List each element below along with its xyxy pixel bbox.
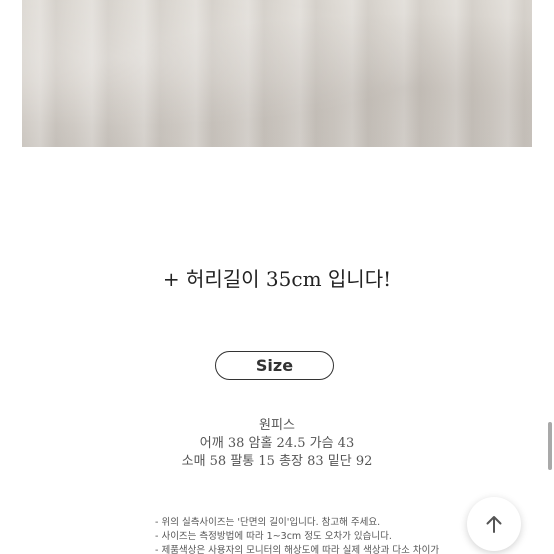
product-photo [22, 0, 532, 147]
measurement-line-1: 어깨 38 암홀 24.5 가슴 43 [199, 436, 355, 451]
vertical-scrollbar-thumb[interactable] [548, 422, 552, 470]
product-detail-page: + 허리길이 35cm 입니다! Size 원피스 어깨 38 암홀 24.5 … [0, 0, 554, 554]
size-measurements: 원피스 어깨 38 암홀 24.5 가슴 43 소매 58 팔통 15 총장 8… [0, 417, 554, 471]
scroll-top-button[interactable] [467, 497, 521, 551]
measurement-item-type: 원피스 [259, 418, 295, 433]
photo-fabric-shading [22, 0, 532, 147]
note-line-2: - 사이즈는 측정방법에 따라 1~3cm 정도 오차가 있습니다. [155, 531, 392, 542]
note-line-1: - 위의 실측사이즈는 '단면의 길이'입니다. 참고해 주세요. [155, 517, 381, 528]
waist-length-note: + 허리길이 35cm 입니다! [162, 267, 392, 291]
size-notes: - 위의 실측사이즈는 '단면의 길이'입니다. 참고해 주세요. - 사이즈는… [155, 516, 439, 554]
arrow-up-icon [486, 516, 502, 533]
size-button-label: Size [255, 356, 294, 375]
size-button[interactable]: Size [215, 351, 334, 380]
note-line-3: - 제품색상은 사용자의 모니터의 해상도에 따라 실제 색상과 다소 차이가 [155, 545, 440, 554]
measurement-line-2: 소매 58 팔통 15 총장 83 밑단 92 [181, 454, 373, 469]
